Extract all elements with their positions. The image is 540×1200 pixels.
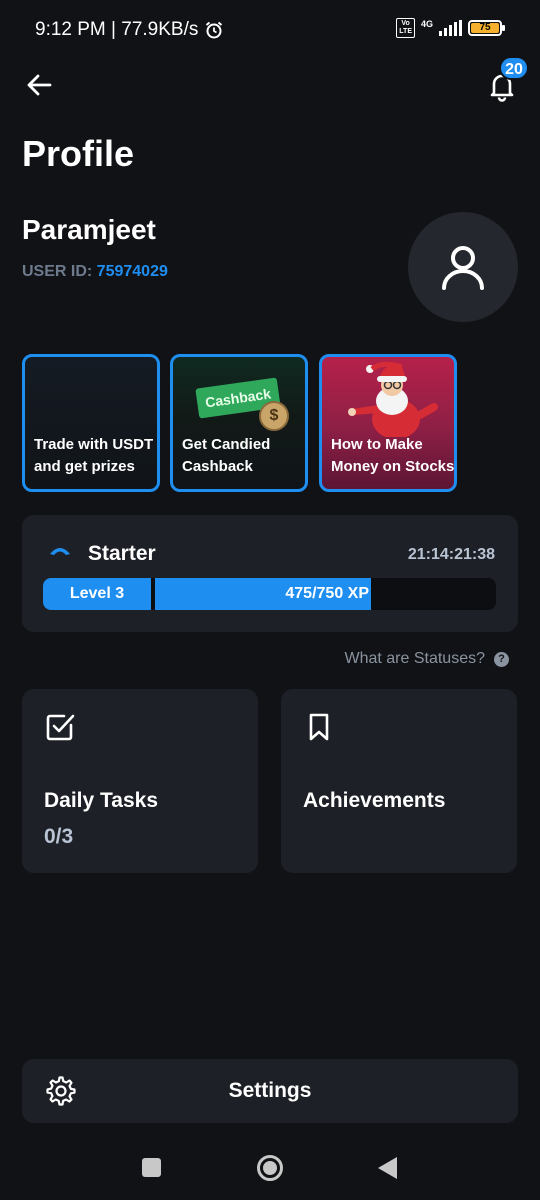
daily-tasks-title: Daily Tasks <box>44 789 159 812</box>
status-card[interactable]: Starter 21:14:21:38 Level 3 475/750 XP <box>22 515 518 632</box>
promo-label: Get Candied Cashback <box>182 436 271 475</box>
status-bar: 9:12 PM | 77.9KB/s Vo LTE 4G 75 <box>0 0 540 60</box>
recent-apps-button[interactable] <box>142 1158 161 1177</box>
coin-icon: $ <box>259 401 289 431</box>
daily-tasks-count: 0/3 <box>44 825 74 848</box>
what-are-statuses-label: What are Statuses? <box>344 650 485 667</box>
system-back-button[interactable] <box>378 1157 397 1179</box>
alarm-icon <box>206 21 223 39</box>
chevron-rank-icon <box>50 548 70 555</box>
status-time-speed: 9:12 PM | 77.9KB/s <box>35 19 199 40</box>
level-pill: Level 3 <box>43 578 153 610</box>
santa-illustration <box>348 361 438 437</box>
promo-card-usdt[interactable]: Trade with USDT and get prizes <box>22 354 160 492</box>
battery-icon: 75 <box>468 20 505 36</box>
home-button[interactable] <box>257 1155 283 1181</box>
promo-card-cashback[interactable]: Cashback $ Get Candied Cashback <box>170 354 308 492</box>
settings-button[interactable]: Settings <box>22 1059 518 1123</box>
user-icon <box>442 246 484 290</box>
bookmark-icon <box>309 713 329 741</box>
status-name: Starter <box>88 542 156 565</box>
settings-label: Settings <box>228 1079 312 1102</box>
back-button[interactable] <box>24 70 54 100</box>
xp-progress-text: 475/750 XP <box>285 585 369 602</box>
page-title: Profile <box>22 133 135 174</box>
help-icon: ? <box>494 651 509 667</box>
status-timer: 21:14:21:38 <box>407 546 495 563</box>
daily-tasks-tile[interactable]: Daily Tasks 0/3 <box>22 689 258 873</box>
promo-label: How to Make Money on Stocks <box>331 436 455 475</box>
user-id: USER ID: 75974029 <box>22 263 168 281</box>
promo-card-stocks[interactable]: How to Make Money on Stocks <box>319 354 457 492</box>
promo-label: Trade with USDT and get prizes <box>34 436 154 475</box>
system-navigation-bar <box>0 1140 540 1200</box>
arrow-left-icon <box>27 74 52 96</box>
checkbox-icon <box>46 714 75 741</box>
user-id-label: USER ID: <box>22 263 97 280</box>
xp-progress-bar: Level 3 475/750 XP <box>43 578 496 610</box>
battery-level: 75 <box>471 23 499 33</box>
status-bar-right: Vo LTE 4G 75 <box>396 18 505 38</box>
user-id-value[interactable]: 75974029 <box>97 263 168 280</box>
network-type: 4G <box>420 19 433 29</box>
avatar[interactable] <box>408 212 518 322</box>
signal-icon <box>439 20 462 36</box>
status-bar-left: 9:12 PM | 77.9KB/s <box>35 19 224 41</box>
user-name: Paramjeet <box>22 214 156 245</box>
notification-count-badge: 20 <box>499 56 529 80</box>
what-are-statuses-link[interactable]: What are Statuses? ? <box>344 650 509 668</box>
achievements-title: Achievements <box>303 789 446 812</box>
volte-indicator: Vo LTE <box>396 18 415 38</box>
achievements-tile[interactable]: Achievements <box>281 689 517 873</box>
